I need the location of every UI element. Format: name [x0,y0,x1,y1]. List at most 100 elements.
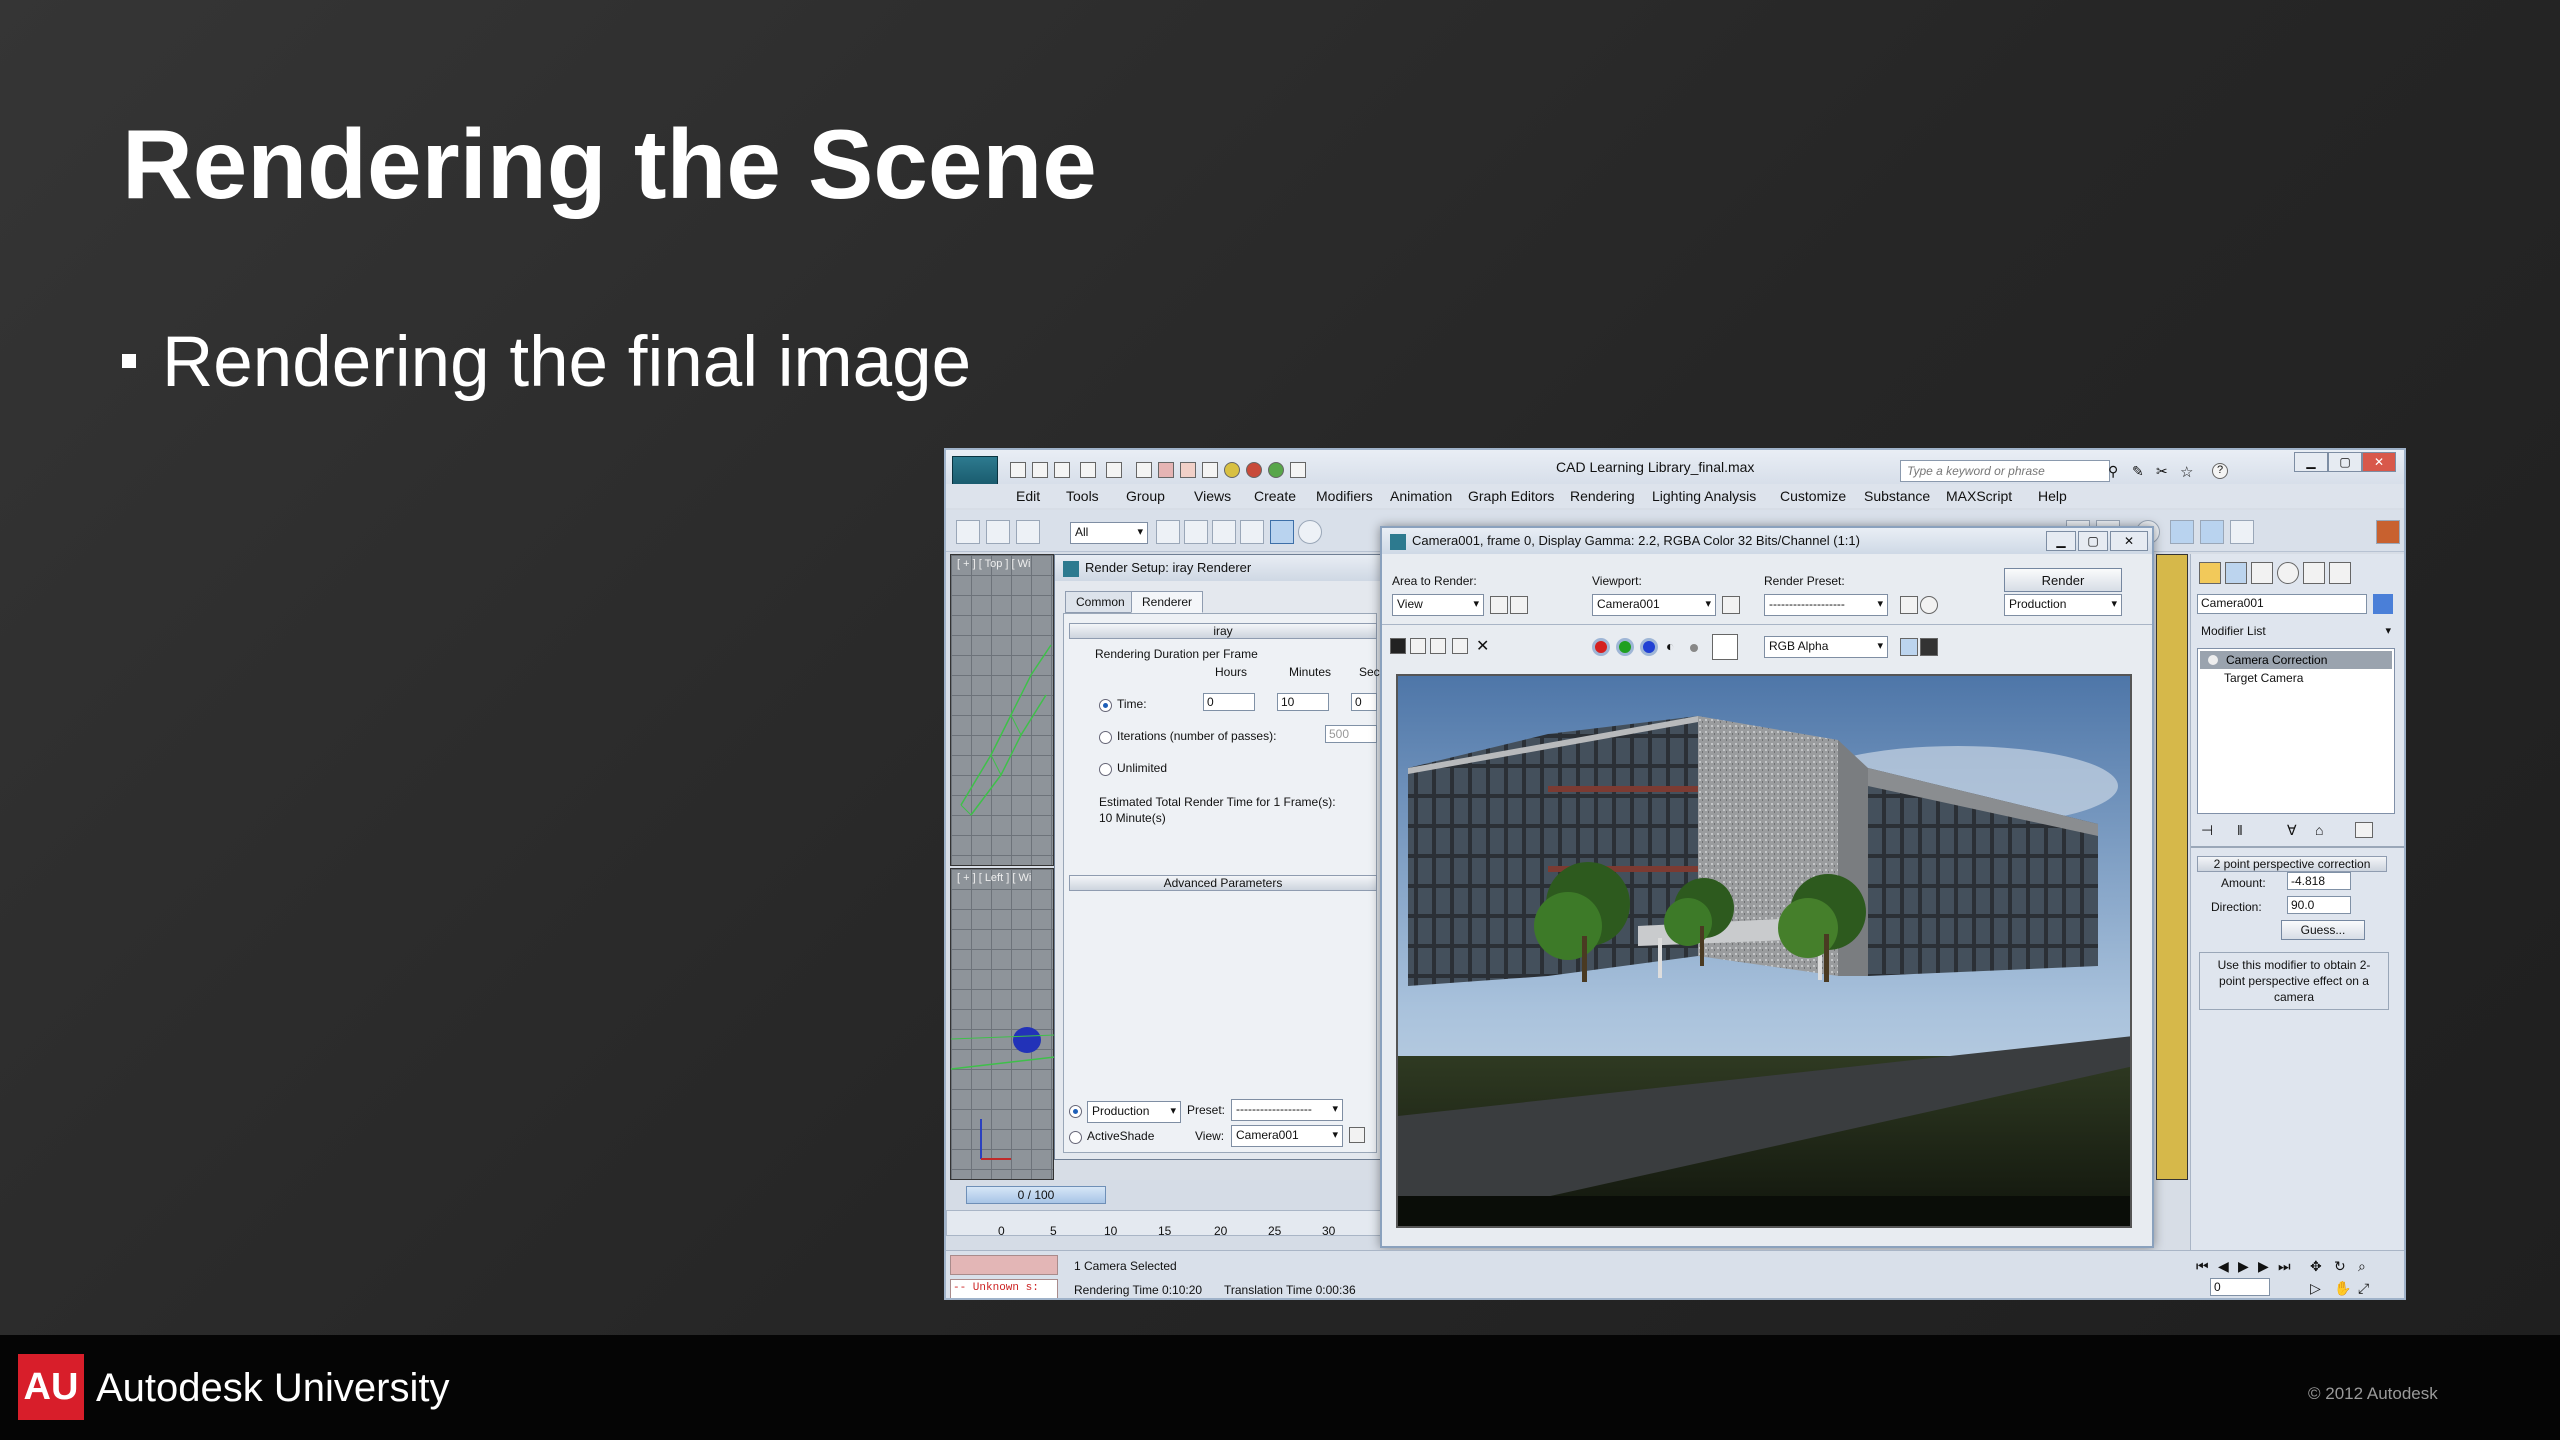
viewport-dropdown[interactable]: Camera001 [1592,594,1716,616]
workspace-icon[interactable] [1290,462,1306,478]
material-sphere-icon[interactable] [1224,462,1240,478]
rotate-icon[interactable] [1298,520,1322,544]
favorites-icon[interactable]: ☆ [2180,463,2196,481]
object-name-field[interactable]: Camera001 [2197,594,2367,614]
link-icon[interactable] [956,520,980,544]
pin-stack-icon[interactable]: ⊣ [2201,822,2213,839]
communication-icon[interactable]: ✎ [2132,463,2148,479]
help-search-input[interactable]: Type a keyword or phrase [1900,460,2110,482]
menu-create[interactable]: Create [1254,488,1296,504]
tab-renderer[interactable]: Renderer [1131,591,1204,613]
menu-modifiers[interactable]: Modifiers [1316,488,1373,504]
frame-close-button[interactable]: ✕ [2110,531,2148,551]
motion-tab-icon[interactable] [2277,562,2299,584]
monochrome-icon[interactable] [1690,644,1698,652]
auto-region-icon[interactable] [1510,596,1528,614]
project-icon[interactable] [1136,462,1152,478]
environment-icon[interactable] [1268,462,1284,478]
activeshade-radio[interactable] [1069,1131,1082,1144]
menu-help[interactable]: Help [2038,488,2067,504]
object-color-swatch[interactable] [2373,594,2393,614]
preset-dropdown[interactable]: ------------------- [1231,1099,1343,1121]
menu-substance[interactable]: Substance [1864,488,1930,504]
remove-modifier-icon[interactable]: ⌂ [2315,822,2323,838]
display-tab-icon[interactable] [2303,562,2325,584]
redo-icon[interactable] [1106,462,1122,478]
hand-icon[interactable]: ✋ [2334,1280,2351,1297]
maximize-viewport-icon[interactable]: ⤢ [2358,1280,2369,1297]
time-radio[interactable] [1099,699,1112,712]
create-tab-icon[interactable] [2199,562,2221,584]
menu-maxscript[interactable]: MAXScript [1946,488,2012,504]
play-icon[interactable]: ▶ [2238,1258,2249,1275]
save-image-icon[interactable] [1390,638,1406,654]
print-icon[interactable] [1452,638,1468,654]
environment-effects-icon[interactable] [1920,596,1938,614]
current-frame-field[interactable]: 0 [2210,1278,2270,1296]
render-teapot-icon[interactable] [1246,462,1262,478]
save-icon[interactable] [1054,462,1070,478]
menu-tools[interactable]: Tools [1066,488,1099,504]
menu-views[interactable]: Views [1194,488,1231,504]
blue-channel-icon[interactable] [1640,638,1658,656]
production-radio[interactable] [1069,1105,1082,1118]
help-icon[interactable]: ? [2212,463,2228,479]
menu-edit[interactable]: Edit [1016,488,1040,504]
viewport-top[interactable]: [ + ] [ Top ] [ Wi [950,554,1054,866]
viewport-perspective-edge[interactable] [2156,554,2188,1180]
grid-icon[interactable] [1180,462,1196,478]
view-dropdown[interactable]: Camera001 [1231,1125,1343,1147]
maxscript-listener[interactable] [950,1255,1058,1275]
green-channel-icon[interactable] [1616,638,1634,656]
menu-group[interactable]: Group [1126,488,1165,504]
alpha-channel-icon[interactable]: ◐ [1666,638,1674,654]
next-frame-icon[interactable]: ▶ [2258,1258,2269,1275]
channel-dropdown[interactable]: RGB Alpha [1764,636,1888,658]
selection-filter-dropdown[interactable]: All [1070,522,1148,544]
lock-viewport-icon[interactable] [1722,596,1740,614]
rollout-advanced[interactable]: Advanced Parameters [1069,875,1377,891]
maximize-button[interactable]: ▢ [2328,452,2362,472]
exchange-icon[interactable]: ✂ [2156,463,2172,479]
unlimited-radio[interactable] [1099,763,1112,776]
viewport-left[interactable]: [ + ] [ Left ] [ Wi [950,868,1055,1180]
configure-sets-icon[interactable] [2355,822,2373,838]
bind-space-warp-icon[interactable] [1016,520,1040,544]
render-setup-icon[interactable] [1900,596,1918,614]
table-icon[interactable] [1202,462,1218,478]
select-object-icon[interactable] [1156,520,1180,544]
lock-icon[interactable] [1349,1127,1365,1143]
production-dropdown[interactable]: Production [2004,594,2122,616]
time-slider[interactable]: 0 / 100 [966,1186,1106,1204]
toggle-ui-overlay-icon[interactable] [1900,638,1918,656]
rect-selection-icon[interactable] [1212,520,1236,544]
window-crossing-icon[interactable] [1240,520,1264,544]
modifier-list-dropdown[interactable]: Modifier List [2197,622,2395,644]
pan-icon[interactable]: ✥ [2310,1258,2322,1275]
binoculars-icon[interactable]: ⚲ [2108,463,2124,479]
undo-icon[interactable] [1080,462,1096,478]
go-to-start-icon[interactable]: ⏮ [2196,1258,2209,1275]
direction-spinner[interactable]: 90.0 [2287,896,2351,914]
iterations-spinner[interactable]: 500 [1325,725,1377,743]
area-to-render-dropdown[interactable]: View [1392,594,1484,616]
go-to-end-icon[interactable]: ⏭ [2278,1258,2291,1275]
show-end-result-icon[interactable]: ‖ [2237,822,2243,838]
a360-icon[interactable] [2376,520,2400,544]
lightbulb-icon[interactable] [2208,655,2218,665]
copy-image-icon[interactable] [1410,638,1426,654]
minutes-spinner[interactable]: 10 [1277,693,1329,711]
red-channel-icon[interactable] [1592,638,1610,656]
orbit-icon[interactable]: ↻ [2334,1258,2346,1275]
utilities-tab-icon[interactable] [2329,562,2351,584]
render-production-icon[interactable] [2230,520,2254,544]
render-button[interactable]: Render [2004,568,2122,592]
open-file-icon[interactable] [1032,462,1048,478]
hours-spinner[interactable]: 0 [1203,693,1255,711]
menu-customize[interactable]: Customize [1780,488,1846,504]
seconds-spinner[interactable]: 0 [1351,693,1377,711]
frame-maximize-button[interactable]: ▢ [2078,531,2108,551]
make-unique-icon[interactable]: ∀ [2287,822,2297,839]
render-frame-icon[interactable] [1158,462,1174,478]
field-of-view-icon[interactable]: ▷ [2310,1280,2321,1297]
